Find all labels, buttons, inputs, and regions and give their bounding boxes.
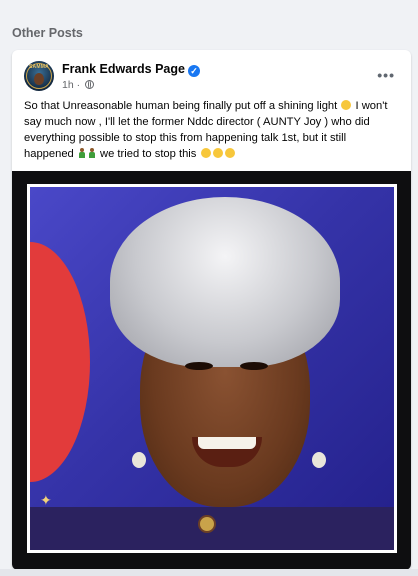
emoji-icon	[341, 100, 352, 110]
post-text-part-1: So that Unreasonable human being finally…	[24, 100, 338, 112]
avatar[interactable]: SAMMA	[24, 61, 54, 91]
portrait	[100, 197, 350, 550]
verified-icon: ✓	[187, 65, 200, 77]
emoji-icon	[200, 148, 211, 158]
emoji-icon	[212, 148, 223, 158]
post-text-part-3: we tried to stop this	[100, 148, 197, 160]
post-text: So that Unreasonable human being finally…	[24, 98, 396, 162]
author-name[interactable]: Frank Edwards Page	[62, 62, 185, 76]
background-shape	[30, 242, 90, 482]
watermark-logo	[198, 515, 216, 533]
post-header: SAMMA Frank Edwards Page ✓ 1h · •••	[24, 61, 399, 97]
person-emoji-icon	[78, 148, 86, 158]
portrait-earring	[312, 452, 326, 468]
post-time[interactable]: 1h	[62, 79, 74, 91]
portrait-eye	[185, 362, 213, 370]
more-options-button[interactable]: •••	[377, 67, 395, 83]
portrait-eye	[240, 362, 268, 370]
globe-icon	[85, 80, 95, 89]
post-image[interactable]: ✦	[12, 171, 411, 570]
avatar-face	[34, 73, 44, 85]
sparkle-icon: ✦	[40, 492, 52, 508]
section-title: Other Posts	[12, 26, 83, 40]
post-meta: 1h ·	[62, 79, 95, 91]
emoji-icon	[224, 148, 235, 158]
portrait-headwrap	[110, 197, 340, 367]
post-card: SAMMA Frank Edwards Page ✓ 1h · ••• So th…	[12, 50, 411, 570]
portrait-earring	[132, 452, 146, 468]
avatar-label: SAMMA	[29, 64, 49, 70]
person-emoji-icon	[88, 148, 96, 158]
author-name-row: Frank Edwards Page ✓	[62, 62, 200, 77]
post-photo: ✦	[27, 184, 397, 553]
bottom-bar	[0, 569, 418, 576]
